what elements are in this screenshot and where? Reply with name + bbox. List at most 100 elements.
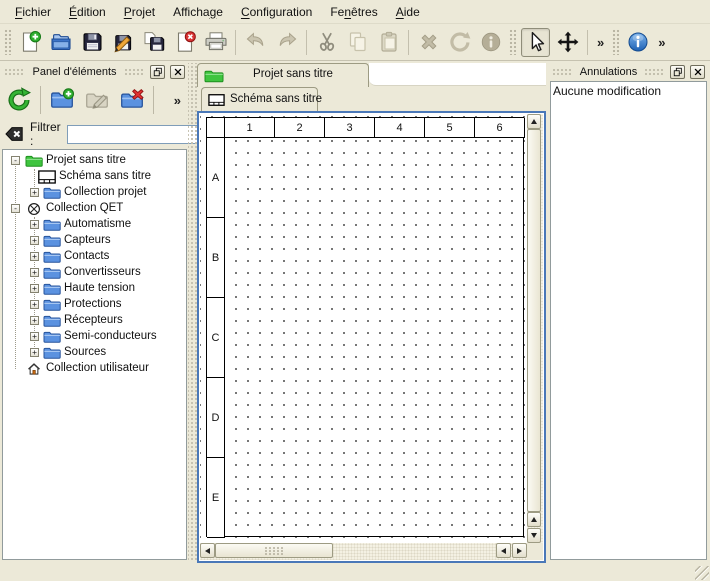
menu-fichier[interactable]: Fichier <box>6 1 60 23</box>
expand-icon[interactable]: + <box>30 188 39 197</box>
resize-grip[interactable] <box>695 566 709 580</box>
scroll-up-button2[interactable] <box>527 512 541 527</box>
new-document-button[interactable] <box>14 27 45 58</box>
rotate-icon <box>448 30 472 54</box>
folder-blue-icon <box>43 314 61 328</box>
tree-item[interactable]: Schéma sans titre <box>3 169 186 185</box>
cut-button[interactable] <box>311 27 342 58</box>
delete-category-button[interactable] <box>116 84 148 116</box>
collapse-icon[interactable]: - <box>11 204 20 213</box>
expand-icon[interactable]: + <box>30 284 39 293</box>
tree-item[interactable]: +Sources <box>3 345 186 361</box>
collapse-icon[interactable]: - <box>11 156 20 165</box>
move-mode-button[interactable] <box>552 27 583 58</box>
print-button[interactable] <box>200 27 231 58</box>
expand-icon[interactable]: + <box>30 300 39 309</box>
diagram-canvas[interactable]: 123456ABCDE <box>200 114 527 543</box>
undo-history-item[interactable]: Aucune modification <box>553 83 704 99</box>
vertical-scrollbar[interactable] <box>527 114 543 543</box>
new-category-button[interactable] <box>46 84 78 116</box>
scroll-left-button2[interactable] <box>496 543 511 558</box>
left-dock-title-bar[interactable]: Panel d'éléments <box>1 63 188 80</box>
open-project-button[interactable] <box>45 27 76 58</box>
rotate-button[interactable] <box>444 27 475 58</box>
toolbar-overflow2-button[interactable]: » <box>653 35 670 50</box>
expand-icon[interactable]: + <box>30 220 39 229</box>
delete-button[interactable] <box>413 27 444 58</box>
edit-category-button[interactable] <box>81 84 113 116</box>
copy-button[interactable] <box>342 27 373 58</box>
toolbar-overflow-button[interactable]: » <box>592 35 609 50</box>
vertical-scrollbar-thumb[interactable] <box>527 129 541 512</box>
right-dock-float-button[interactable] <box>670 65 685 79</box>
expand-icon[interactable]: + <box>30 348 39 357</box>
clear-filter-icon[interactable] <box>4 124 24 144</box>
reload-collections-button[interactable] <box>3 84 35 116</box>
menu-edition[interactable]: Édition <box>60 1 115 23</box>
expand-icon[interactable]: + <box>30 252 39 261</box>
tree-item[interactable]: -Projet sans titre <box>3 153 186 169</box>
tree-item[interactable]: +Récepteurs <box>3 313 186 329</box>
scroll-left-button[interactable] <box>200 543 215 558</box>
right-dock-title-bar[interactable]: Annulations <box>549 63 708 80</box>
diagram-view: 123456ABCDE <box>197 111 546 563</box>
undo-button[interactable] <box>240 27 271 58</box>
menu-fenetres[interactable]: Fenêtres <box>321 1 386 23</box>
toolbar-drag-handle[interactable] <box>509 29 516 55</box>
scroll-right-button[interactable] <box>512 543 527 558</box>
horizontal-scrollbar-thumb[interactable] <box>215 543 333 558</box>
expand-icon[interactable]: + <box>30 332 39 341</box>
tree-item[interactable]: +Protections <box>3 297 186 313</box>
schema-tab-bar: Schéma sans titre <box>197 87 546 111</box>
scroll-up-button[interactable] <box>527 114 541 129</box>
save-all-button[interactable] <box>138 27 169 58</box>
tree-item[interactable]: +Convertisseurs <box>3 265 186 281</box>
menu-aide[interactable]: Aide <box>387 1 429 23</box>
schema-tab[interactable]: Schéma sans titre <box>201 87 318 111</box>
menu-projet[interactable]: Projet <box>115 1 164 23</box>
menu-configuration[interactable]: Configuration <box>232 1 321 23</box>
element-info-button[interactable] <box>475 27 506 58</box>
diagram-corner-cell <box>207 118 225 138</box>
project-tab[interactable]: Projet sans titre <box>197 63 369 87</box>
tree-item[interactable]: +Semi-conducteurs <box>3 329 186 345</box>
element-tree[interactable]: -Projet sans titreSchéma sans titre + Coll… <box>2 149 187 560</box>
tree-item[interactable]: +Capteurs <box>3 233 186 249</box>
dock-splitter-handle[interactable] <box>188 63 197 560</box>
menu-affichage[interactable]: Affichage <box>164 1 232 23</box>
paste-button[interactable] <box>373 27 404 58</box>
tree-item-label: Collection projet <box>64 186 146 198</box>
tree-item[interactable]: +Contacts <box>3 249 186 265</box>
dock-title-texture <box>4 68 25 76</box>
expand-icon[interactable]: + <box>30 268 39 277</box>
about-info-button[interactable] <box>622 27 653 58</box>
tree-item[interactable]: + Collection projet <box>3 185 186 201</box>
diagram-row-header: E <box>207 458 225 538</box>
tree-item[interactable]: Collection utilisateur <box>3 361 186 377</box>
expand-icon[interactable]: + <box>30 236 39 245</box>
save-button[interactable] <box>76 27 107 58</box>
collections-toolbar-overflow-button[interactable]: » <box>169 93 186 108</box>
close-file-button[interactable] <box>169 27 200 58</box>
toolbar-drag-handle[interactable] <box>612 29 619 55</box>
folder-blue-icon <box>43 330 61 344</box>
save-as-button[interactable] <box>107 27 138 58</box>
right-dock-close-button[interactable] <box>690 65 705 79</box>
diagram-column-header: 4 <box>375 118 425 138</box>
undo-history-list[interactable]: Aucune modification <box>550 81 707 560</box>
project-tab-label: Projet sans titre <box>222 68 364 80</box>
select-mode-button[interactable] <box>521 28 550 57</box>
cursor-arrow-icon <box>524 30 548 54</box>
left-dock-close-button[interactable] <box>170 65 185 79</box>
scroll-down-button[interactable] <box>527 528 541 543</box>
tree-item[interactable]: +Haute tension <box>3 281 186 297</box>
toolbar-drag-handle[interactable] <box>4 29 11 55</box>
left-dock-float-button[interactable] <box>150 65 165 79</box>
redo-button[interactable] <box>271 27 302 58</box>
filter-row: Filtrer : <box>1 122 188 146</box>
save-all-icon <box>142 30 166 54</box>
expand-icon[interactable]: + <box>30 316 39 325</box>
tree-item[interactable]: +Automatisme <box>3 217 186 233</box>
horizontal-scrollbar[interactable] <box>200 543 527 560</box>
tree-item[interactable]: -Collection QET <box>3 201 186 217</box>
